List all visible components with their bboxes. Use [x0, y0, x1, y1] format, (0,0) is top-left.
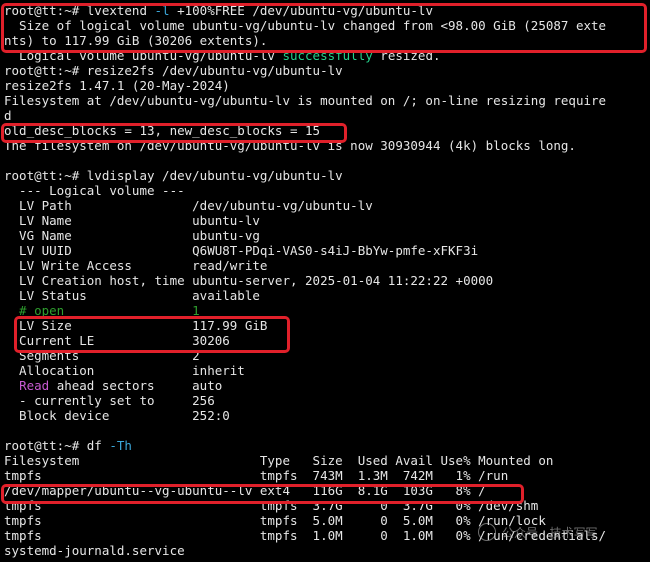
- terminal-line: old_desc_blocks = 13, new_desc_blocks = …: [4, 123, 650, 138]
- terminal-text-segment: -Th: [109, 438, 132, 453]
- terminal-text-segment: # open 1: [4, 303, 200, 318]
- terminal-text-segment: Filesystem at /dev/ubuntu-vg/ubuntu-lv i…: [4, 93, 607, 108]
- terminal-text-segment: /dev/mapper/ubuntu--vg-ubuntu--lv ext4 1…: [4, 483, 486, 498]
- terminal-text-segment: old_desc_blocks = 13, new_desc_blocks = …: [4, 123, 321, 138]
- terminal-text-segment: LV Path /dev/ubuntu-vg/ubuntu-lv: [4, 198, 373, 213]
- watermark-text: 公众号 · 技术写写: [502, 525, 598, 540]
- terminal-text-segment: systemd-journald.service: [4, 543, 185, 558]
- terminal-line: Block device 252:0: [4, 408, 650, 423]
- terminal-line: root@tt:~# lvextend -l +100%FREE /dev/ub…: [4, 3, 650, 18]
- terminal-line: - currently set to 256: [4, 393, 650, 408]
- terminal-line: The filesystem on /dev/ubuntu-vg/ubuntu-…: [4, 138, 650, 153]
- terminal-text-segment: Logical volume ubuntu-vg/ubuntu-lv: [4, 48, 283, 63]
- terminal-line: Allocation inherit: [4, 363, 650, 378]
- terminal-line: # open 1: [4, 303, 650, 318]
- terminal-text-segment: Allocation inherit: [4, 363, 245, 378]
- terminal-text-segment: VG Name ubuntu-vg: [4, 228, 260, 243]
- terminal-line: d: [4, 108, 650, 123]
- terminal-text-segment: root@tt:~# resize2fs /dev/ubuntu-vg/ubun…: [4, 63, 343, 78]
- terminal-text-segment: resize2fs 1.47.1 (20-May-2024): [4, 78, 230, 93]
- terminal-text-segment: ahead sectors auto: [49, 378, 223, 393]
- terminal-text-segment: LV Creation host, time ubuntu-server, 20…: [4, 273, 494, 288]
- terminal-text-segment: root@tt:~# df: [4, 438, 110, 453]
- terminal-line: tmpfs tmpfs 3.7G 0 3.7G 0% /dev/shm: [4, 498, 650, 513]
- terminal-text-segment: LV Size 117.99 GiB: [4, 318, 268, 333]
- terminal-text-segment: root@tt:~# lvextend: [4, 3, 155, 18]
- terminal-text-segment: The filesystem on /dev/ubuntu-vg/ubuntu-…: [4, 138, 576, 153]
- terminal-line: root@tt:~# resize2fs /dev/ubuntu-vg/ubun…: [4, 63, 650, 78]
- terminal-text-segment: --- Logical volume ---: [4, 183, 185, 198]
- terminal-text-segment: Current LE 30206: [4, 333, 230, 348]
- terminal-line: nts) to 117.99 GiB (30206 extents).: [4, 33, 650, 48]
- terminal-line: LV UUID Q6WU8T-PDqi-VAS0-s4iJ-BbYw-pmfe-…: [4, 243, 650, 258]
- terminal-line: systemd-journald.service: [4, 543, 650, 558]
- terminal-text-segment: - currently set to 256: [4, 393, 215, 408]
- terminal-line: tmpfs tmpfs 743M 1.3M 742M 1% /run: [4, 468, 650, 483]
- terminal-line: Logical volume ubuntu-vg/ubuntu-lv succe…: [4, 48, 650, 63]
- watermark: 公众号 · 技术写写: [478, 521, 648, 543]
- terminal-line: Filesystem Type Size Used Avail Use% Mou…: [4, 453, 650, 468]
- terminal-line: Segments 2: [4, 348, 650, 363]
- terminal-text-segment: d: [4, 108, 12, 123]
- terminal-line: LV Path /dev/ubuntu-vg/ubuntu-lv: [4, 198, 650, 213]
- terminal-line: LV Write Access read/write: [4, 258, 650, 273]
- terminal-text-segment: resized.: [372, 48, 441, 63]
- terminal-line: LV Size 117.99 GiB: [4, 318, 650, 333]
- terminal-text-segment: Segments 2: [4, 348, 200, 363]
- terminal-line: VG Name ubuntu-vg: [4, 228, 650, 243]
- terminal-text-segment: tmpfs tmpfs 743M 1.3M 742M 1% /run: [4, 468, 509, 483]
- terminal-text-segment: root@tt:~# lvdisplay /dev/ubuntu-vg/ubun…: [4, 168, 343, 183]
- terminal-text-segment: -l: [154, 3, 170, 18]
- terminal-line: Read ahead sectors auto: [4, 378, 650, 393]
- terminal-text-segment: LV Name ubuntu-lv: [4, 213, 260, 228]
- terminal-line: /dev/mapper/ubuntu--vg-ubuntu--lv ext4 1…: [4, 483, 650, 498]
- terminal-line: LV Status available: [4, 288, 650, 303]
- terminal-line: resize2fs 1.47.1 (20-May-2024): [4, 78, 650, 93]
- terminal-text-segment: successfully: [282, 48, 373, 63]
- terminal-line: Filesystem at /dev/ubuntu-vg/ubuntu-lv i…: [4, 93, 650, 108]
- terminal-line: Size of logical volume ubuntu-vg/ubuntu-…: [4, 18, 650, 33]
- terminal-line: LV Creation host, time ubuntu-server, 20…: [4, 273, 650, 288]
- terminal-text-segment: Size of logical volume ubuntu-vg/ubuntu-…: [4, 18, 607, 33]
- terminal-line: root@tt:~# df -Th: [4, 438, 650, 453]
- terminal-text-segment: Filesystem Type Size Used Avail Use% Mou…: [4, 453, 554, 468]
- terminal-text-segment: Read: [19, 378, 50, 393]
- wechat-channel-icon: [478, 523, 496, 541]
- terminal-output: root@tt:~# lvextend -l +100%FREE /dev/ub…: [0, 0, 650, 562]
- terminal-text-segment: tmpfs tmpfs 5.0M 0 5.0M 0% /run/lock: [4, 513, 546, 528]
- terminal-text-segment: LV UUID Q6WU8T-PDqi-VAS0-s4iJ-BbYw-pmfe-…: [4, 243, 479, 258]
- terminal-text-segment: LV Status available: [4, 288, 260, 303]
- terminal-text-segment: LV Write Access read/write: [4, 258, 268, 273]
- terminal-text-segment: nts) to 117.99 GiB (30206 extents).: [4, 33, 268, 48]
- terminal-text-segment: +100%FREE /dev/ubuntu-vg/ubuntu-lv: [169, 3, 433, 18]
- terminal-line: root@tt:~# lvdisplay /dev/ubuntu-vg/ubun…: [4, 168, 650, 183]
- terminal-text-segment: tmpfs tmpfs 3.7G 0 3.7G 0% /dev/shm: [4, 498, 539, 513]
- terminal-text-segment: Block device 252:0: [4, 408, 230, 423]
- terminal-line: LV Name ubuntu-lv: [4, 213, 650, 228]
- terminal-line: Current LE 30206: [4, 333, 650, 348]
- terminal-line: --- Logical volume ---: [4, 183, 650, 198]
